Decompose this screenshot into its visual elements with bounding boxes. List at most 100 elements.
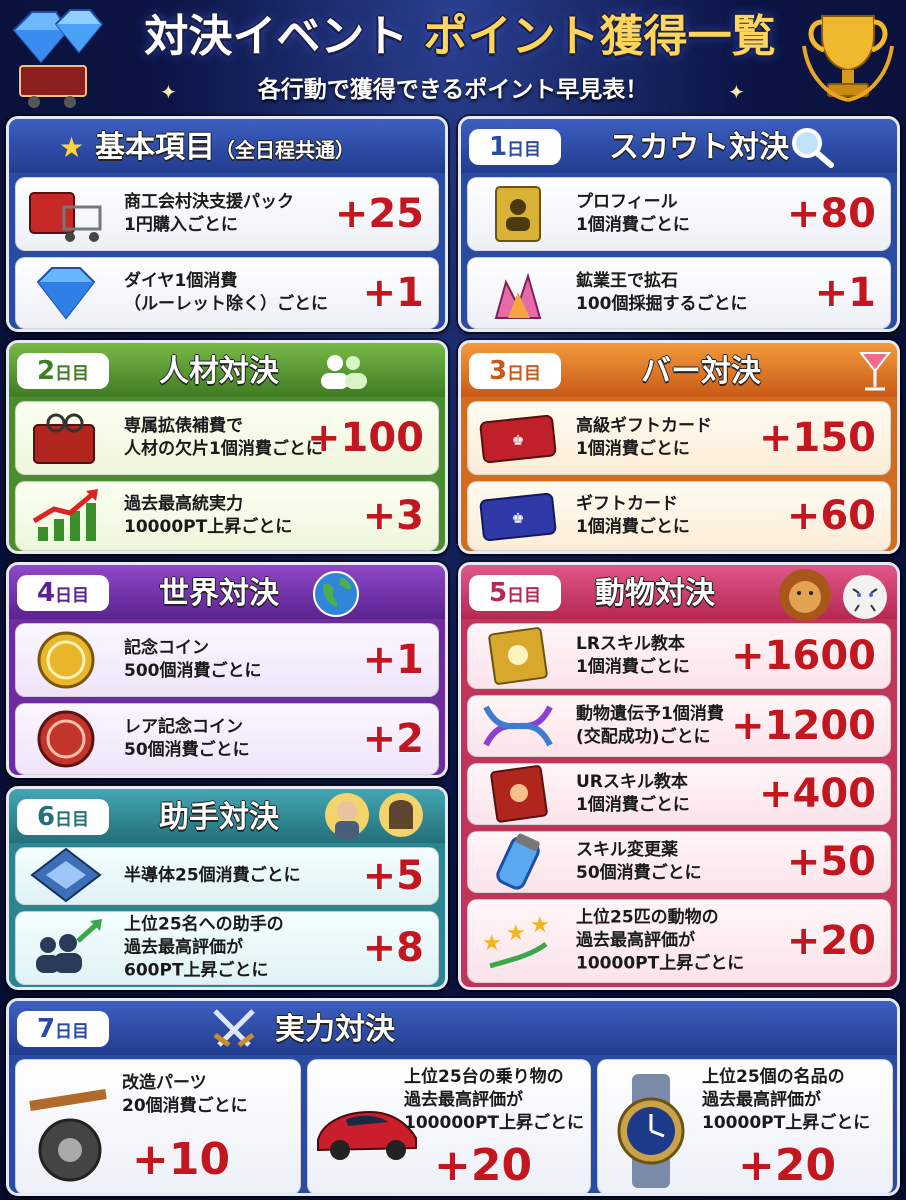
- day-number: 4: [36, 578, 56, 608]
- day-number: 7: [36, 1014, 56, 1044]
- points-value: +20: [434, 1140, 533, 1191]
- cocktail-icon: [858, 352, 892, 391]
- item-label: スキル変更薬 50個消費ごとに: [576, 840, 702, 883]
- svg-text:♚: ♚: [512, 433, 525, 449]
- day-suffix: 日目: [55, 364, 90, 384]
- page-subtitle: 各行動で獲得できるポイント早見表！: [257, 77, 649, 103]
- day4-panel: 4日目 世界対決 記念コイン 500個消費ごとに +1 レア記念コイン 50個消…: [6, 562, 448, 778]
- gold-coin-icon: [37, 631, 95, 689]
- day6-panel: 6日目 助手対決 半導体25個消費ごとに +5 上位25名への助手の 過去最高評…: [6, 786, 448, 990]
- panel-header: 1日目 スカウト対決: [461, 119, 897, 173]
- diamond-icon: [36, 267, 96, 320]
- team-up-icon: [36, 919, 102, 973]
- day-number: 3: [488, 356, 508, 386]
- item-label: 改造パーツ 20個消費ごとに: [122, 1073, 248, 1116]
- panel-header: 2日目 人材対決: [9, 343, 445, 397]
- diamonds-cart-icon: [12, 9, 104, 108]
- day-suffix: 日目: [55, 810, 90, 830]
- points-value: +25: [334, 191, 424, 237]
- panel-title-text: 基本項目: [95, 130, 215, 165]
- list-item: 記念コイン 500個消費ごとに +1: [15, 623, 439, 697]
- panel-header: 5日目 動物対決: [461, 565, 897, 621]
- day-badge: 5日目: [469, 575, 561, 611]
- luxury-watch-icon: [617, 1074, 685, 1188]
- panel-title: 世界対決: [159, 576, 279, 611]
- points-value: +1600: [731, 633, 876, 679]
- list-item: 過去最高統実力 10000PT上昇ごとに +3: [15, 481, 439, 551]
- day-number: 6: [36, 802, 56, 832]
- day7-panel: 7日目 実力対決 改造パーツ 20個消費ごとに +10 上位25台の乗り物の 過…: [6, 998, 900, 1196]
- item-label: レア記念コイン 50個消費ごとに: [124, 717, 250, 760]
- item-label: 上位25匹の動物の 過去最高評価が 10000PT上昇ごとに: [576, 907, 745, 974]
- day-badge: 1日目: [469, 129, 561, 165]
- crossed-swords-icon: [213, 1009, 255, 1048]
- svg-text:★: ★: [530, 913, 550, 938]
- points-value: +1200: [731, 703, 876, 749]
- points-value: +80: [786, 191, 876, 237]
- profile-card-icon: [495, 186, 541, 242]
- sparkle-icon: ✦: [160, 80, 177, 104]
- item-label: 上位25名への助手の 過去最高評価が 600PT上昇ごとに: [124, 914, 284, 981]
- list-item: URスキル教本 1個消費ごとに +400: [467, 763, 891, 825]
- basic-items-panel: ★ 基本項目（全日程共通） 商工会村決支援パック 1円購入ごとに +25 ダイヤ…: [6, 116, 448, 332]
- svg-text:♚: ♚: [512, 511, 525, 527]
- panel-header: 7日目 実力対決: [9, 1001, 897, 1055]
- svg-text:★: ★: [482, 931, 502, 956]
- item-label: 高級ギフトカード 1個消費ごとに: [576, 416, 712, 459]
- points-value: +20: [786, 918, 876, 964]
- book-glasses-icon: [33, 413, 95, 464]
- gold-skill-book-icon: [488, 627, 548, 685]
- list-item: プロフィール 1個消費ごとに +80: [467, 177, 891, 251]
- item-label: ギフトカード 1個消費ごとに: [576, 494, 690, 537]
- list-item: 鉱業王で拡石 100個採掘するごとに +1: [467, 257, 891, 329]
- svg-text:★: ★: [506, 921, 526, 946]
- growth-chart-icon: [32, 489, 98, 541]
- points-value: +150: [758, 415, 876, 461]
- panel-title: 人材対決: [159, 354, 279, 389]
- potion-vial-icon: [496, 833, 540, 890]
- item-label: URスキル教本 1個消費ごとに: [576, 772, 690, 815]
- list-item: 商工会村決支援パック 1円購入ごとに +25: [15, 177, 439, 251]
- chip-icon: [30, 847, 102, 903]
- list-item: 上位25個の名品の 過去最高評価が 10000PT上昇ごとに +20: [597, 1059, 893, 1193]
- stars-arrow-icon: ★ ★ ★: [482, 913, 550, 969]
- panel-title: 動物対決: [595, 576, 715, 611]
- item-label: 動物遺伝予1個消費 (交配成功)ごとに: [576, 704, 724, 747]
- day-badge: 3日目: [469, 353, 561, 389]
- panel-title: スカウト対決: [609, 130, 789, 165]
- star-icon: ★: [59, 131, 85, 164]
- day-badge: 6日目: [17, 799, 109, 835]
- item-label: 専属拡俵補費で 人材の欠片1個消費ごとに: [124, 416, 323, 459]
- globe-icon: [313, 571, 359, 617]
- day-suffix: 日目: [507, 586, 542, 606]
- dna-icon: [483, 705, 553, 747]
- page-header: 対決イベント ポイント獲得一覧 各行動で獲得できるポイント早見表！ ✦ ✦: [0, 0, 906, 112]
- red-skill-book-icon: [490, 765, 548, 823]
- item-label: LRスキル教本 1個消費ごとに: [576, 634, 690, 677]
- day-number: 5: [488, 578, 508, 608]
- item-label: 上位25台の乗り物の 過去最高評価が 100000PT上昇ごとに: [404, 1067, 585, 1133]
- list-item: ♚ ギフトカード 1個消費ごとに +60: [467, 481, 891, 551]
- panel-title: 助手対決: [159, 800, 279, 835]
- page-title: 対決イベント ポイント獲得一覧: [120, 6, 800, 68]
- list-item: 半導体25個消費ごとに +5: [15, 847, 439, 905]
- day-suffix: 日目: [507, 364, 542, 384]
- day2-panel: 2日目 人材対決 専属拡俵補費で 人材の欠片1個消費ごとに +100 過去最高統…: [6, 340, 448, 554]
- panel-header: 4日目 世界対決: [9, 565, 445, 619]
- list-item: ★ ★ ★ 上位25匹の動物の 過去最高評価が 10000PT上昇ごとに +20: [467, 899, 891, 983]
- day3-panel: 3日目 バー対決 ♚ 高級ギフトカード 1個消費ごとに +150 ♚ ギフトカー…: [458, 340, 900, 554]
- points-value: +20: [738, 1140, 837, 1191]
- day-suffix: 日目: [55, 1022, 90, 1042]
- title-part-event: 対決イベント: [144, 11, 409, 62]
- panel-header: 3日目 バー対決: [461, 343, 897, 397]
- item-label: 記念コイン 500個消費ごとに: [124, 638, 262, 681]
- day-suffix: 日目: [507, 140, 542, 160]
- points-value: +5: [362, 853, 424, 899]
- premium-gift-card-icon: ♚: [479, 414, 557, 464]
- lion-tiger-icon: [779, 569, 887, 621]
- points-value: +1: [814, 270, 876, 316]
- item-label: 半導体25個消費ごとに: [124, 865, 301, 886]
- list-item: 専属拡俵補費で 人材の欠片1個消費ごとに +100: [15, 401, 439, 475]
- sparkle-icon: ✦: [728, 80, 745, 104]
- assistants-icon: [325, 793, 423, 839]
